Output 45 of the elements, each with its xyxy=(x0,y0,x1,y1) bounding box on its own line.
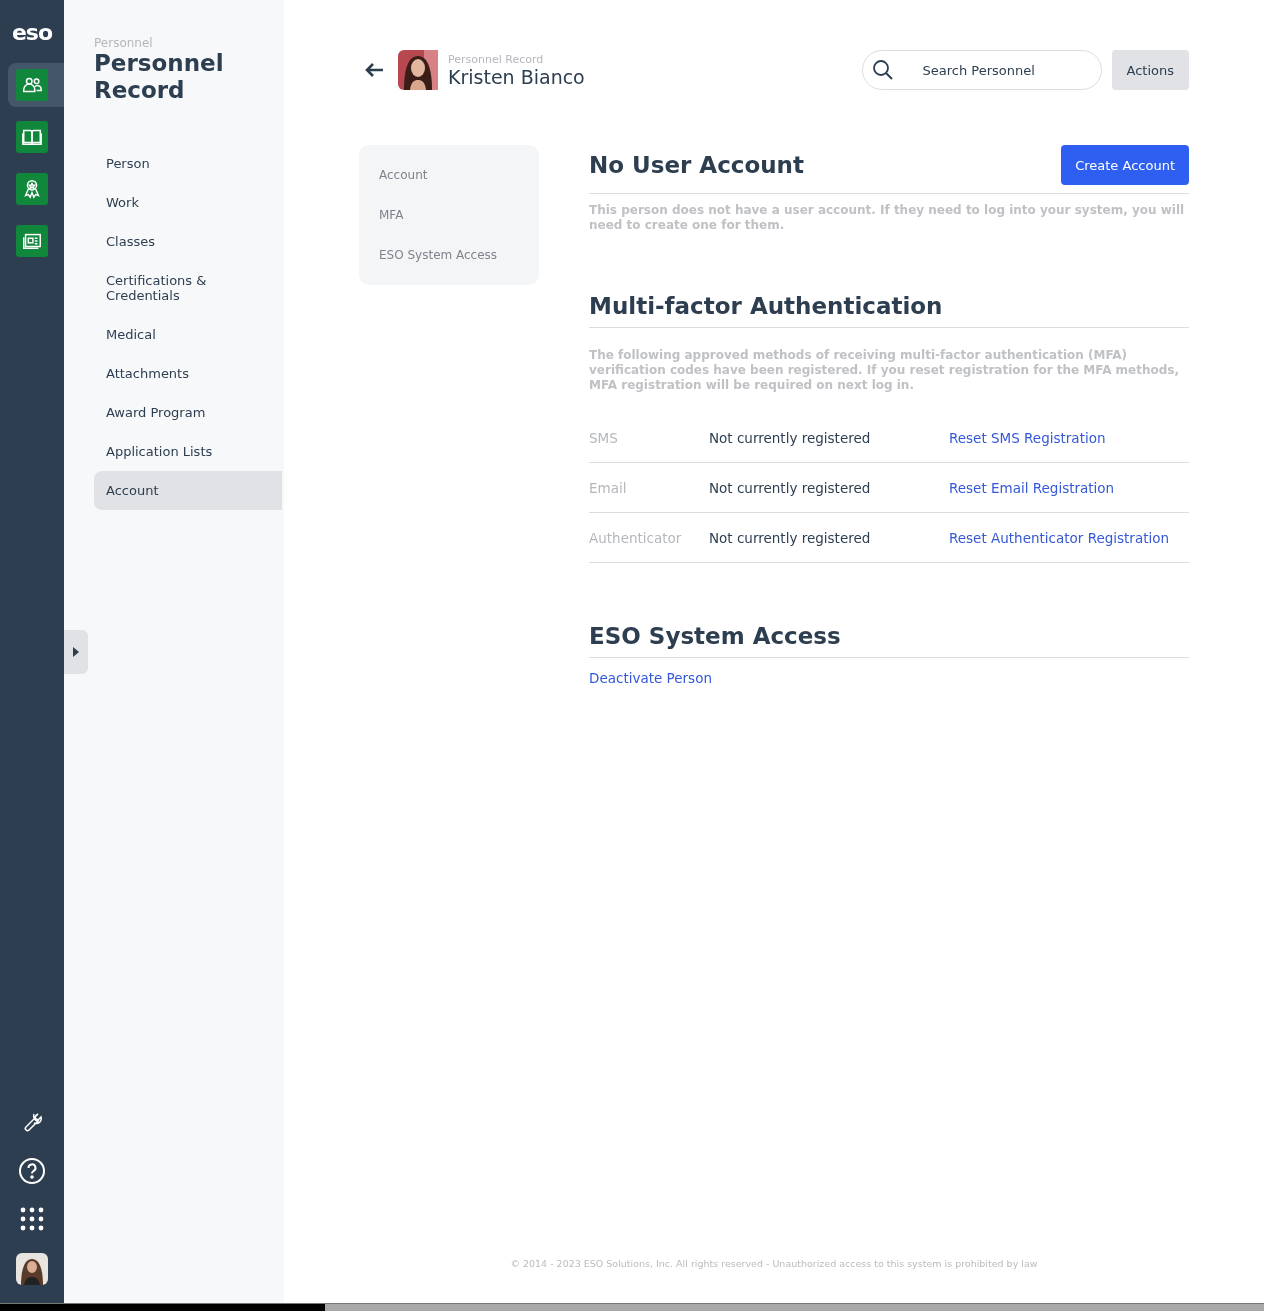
nav-item[interactable]: Work xyxy=(94,187,282,218)
page-title: Personnel Record xyxy=(94,50,225,104)
method-label: Email xyxy=(589,479,628,496)
user-avatar[interactable] xyxy=(16,1253,48,1285)
help-icon[interactable] xyxy=(18,1157,46,1185)
app-tab[interactable] xyxy=(8,63,64,107)
reset-link[interactable]: Reset Authenticator Registration xyxy=(949,529,1170,546)
record-label: Personnel Record xyxy=(448,52,545,66)
section-link[interactable]: Account xyxy=(359,155,539,195)
status-text: Not currently registered xyxy=(709,529,872,546)
person-name: Kristen Bianco xyxy=(448,65,585,88)
breadcrumb: Personnel xyxy=(94,36,154,50)
method-label: Authenticator xyxy=(589,529,683,546)
nav-item[interactable]: Application Lists xyxy=(94,436,282,467)
nav-item[interactable]: Attachments xyxy=(94,358,282,389)
nav-item[interactable]: Award Program xyxy=(94,397,282,428)
description: This person does not have a user account. If they need to log into your system, you will need to create one for them. xyxy=(589,203,1186,233)
back-arrow-icon[interactable] xyxy=(364,62,384,78)
nav-item[interactable]: Certifications & Credentials xyxy=(94,265,282,311)
expand-toggle[interactable] xyxy=(64,630,88,674)
description: The following approved methods of receiving multi-factor authentication (MFA) verification codes have been registered. If you reset registration for the MFA methods, MFA registration will be required on next log in. xyxy=(589,348,1181,393)
caret-icon xyxy=(73,647,79,657)
nav-item[interactable]: Medical xyxy=(94,319,282,350)
apps-grid-icon[interactable] xyxy=(20,1207,44,1231)
reset-link[interactable]: Reset SMS Registration xyxy=(949,429,1106,446)
section-heading: ESO System Access xyxy=(589,623,841,649)
scrollbar[interactable] xyxy=(0,1303,1264,1311)
section-link[interactable]: MFA xyxy=(359,195,539,235)
logo: eso xyxy=(11,20,53,45)
ribbon-icon xyxy=(21,178,43,200)
deactivate-link[interactable]: Deactivate Person xyxy=(589,670,712,686)
search-icon xyxy=(871,59,894,81)
nav-item[interactable]: Account xyxy=(94,471,282,510)
method-label: SMS xyxy=(589,429,619,446)
create-account-button[interactable]: Create Account xyxy=(1061,145,1189,185)
section-heading: No User Account xyxy=(589,152,804,178)
nav-item[interactable]: Person xyxy=(94,148,282,179)
status-text: Not currently registered xyxy=(709,479,872,496)
section-heading: Multi-factor Authentication xyxy=(589,293,943,319)
search-field[interactable]: Search Personnel xyxy=(861,50,1102,90)
reset-link[interactable]: Reset Email Registration xyxy=(949,479,1115,496)
nav-item[interactable]: Classes xyxy=(94,226,282,257)
actions-button[interactable]: Actions xyxy=(1111,50,1189,90)
status-text: Not currently registered xyxy=(709,429,872,446)
section-link[interactable]: ESO System Access xyxy=(359,235,539,275)
